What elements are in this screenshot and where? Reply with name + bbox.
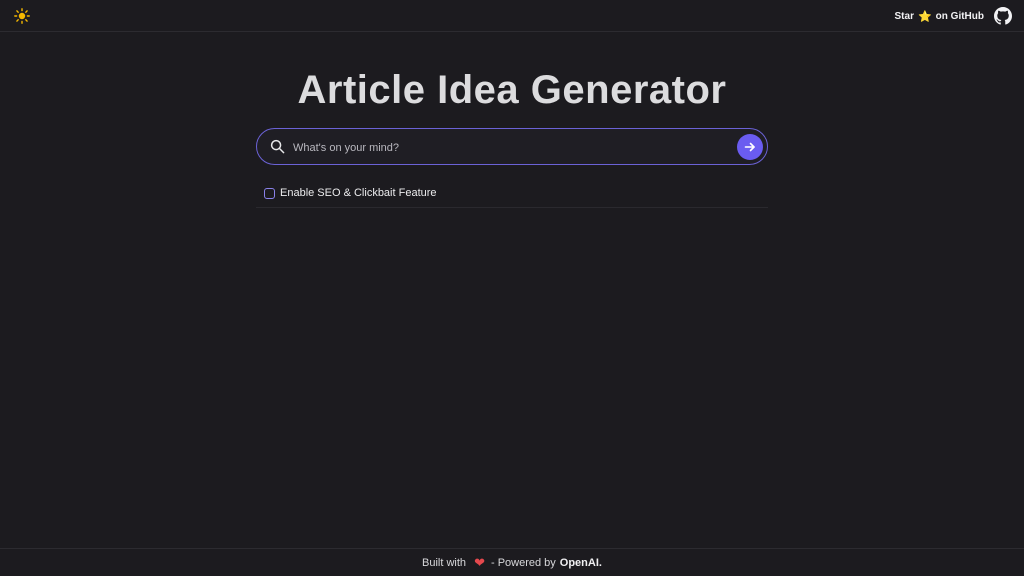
seo-checkbox[interactable] xyxy=(264,188,275,199)
footer: Built with ❤ - Powered by OpenAI. xyxy=(0,548,1024,576)
search-icon xyxy=(270,139,285,154)
openai-link[interactable]: OpenAI. xyxy=(560,557,602,569)
submit-button[interactable] xyxy=(737,134,763,160)
page-title: Article Idea Generator xyxy=(297,68,727,112)
footer-built-with-text: Built with xyxy=(422,556,467,569)
theme-toggle-button[interactable] xyxy=(12,6,32,26)
arrow-right-icon xyxy=(744,142,755,152)
heart-icon: ❤ xyxy=(474,554,485,570)
github-icon[interactable] xyxy=(994,7,1012,25)
seo-checkbox-label[interactable]: Enable SEO & Clickbait Feature xyxy=(280,187,437,199)
seo-option-row: Enable SEO & Clickbait Feature xyxy=(256,183,768,208)
star-on-github-link[interactable]: Star ⭐ on GitHub xyxy=(895,8,984,24)
search-bar xyxy=(256,128,768,165)
page: Star ⭐ on GitHub Article Idea Generator … xyxy=(0,0,1024,576)
star-icon: ⭐ xyxy=(917,10,932,23)
top-bar: Star ⭐ on GitHub xyxy=(0,0,1024,32)
sun-icon xyxy=(14,8,30,24)
star-prefix-text: Star xyxy=(894,10,914,22)
search-input[interactable] xyxy=(291,135,725,161)
star-suffix-text: on GitHub xyxy=(935,10,984,22)
footer-powered-by-text: - Powered by xyxy=(490,556,556,569)
